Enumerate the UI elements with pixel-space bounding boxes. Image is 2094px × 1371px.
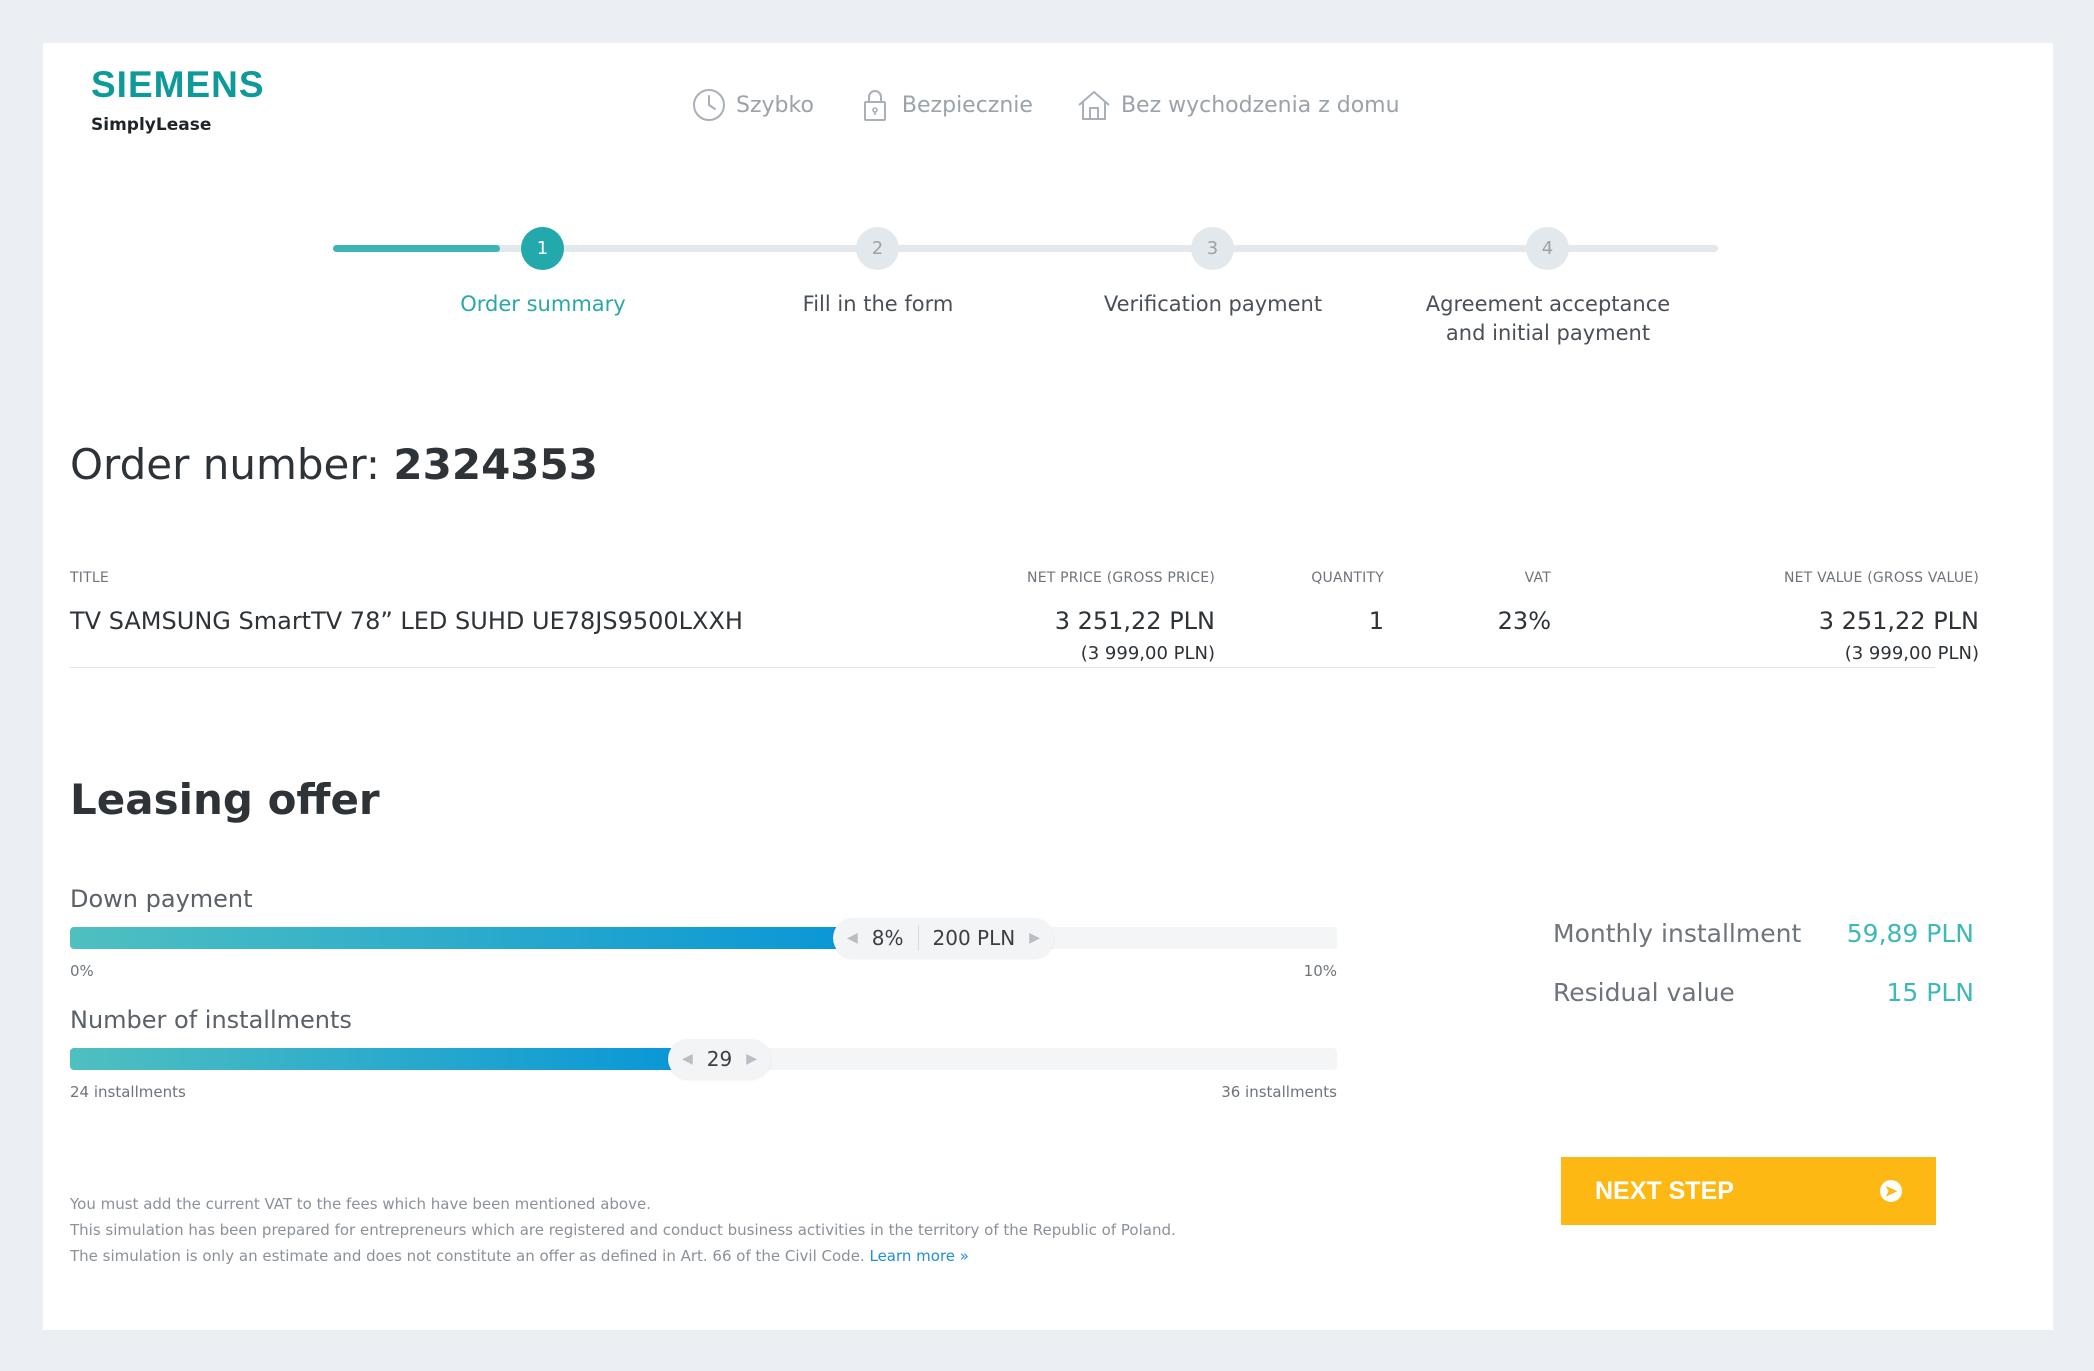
step-2-indicator[interactable]: 2 [856, 227, 899, 270]
item-quantity: 1 [1368, 607, 1384, 635]
feature-secure: Bezpiecznie [856, 86, 1033, 124]
disclaimer-line-1: You must add the current VAT to the fees… [70, 1195, 651, 1213]
monthly-installment-label: Monthly installment [1553, 919, 1802, 948]
installments-min: 24 installments [70, 1083, 186, 1101]
brand-name: SIEMENS [91, 64, 265, 105]
progress-stepper: 1 2 3 4 Order summary Fill in the form V… [333, 220, 1718, 380]
brand-logo[interactable]: SIEMENS SimplyLease [91, 64, 265, 136]
step-4-label-line1: Agreement acceptance [1425, 292, 1671, 316]
feature-secure-label: Bezpiecznie [901, 92, 1033, 118]
residual-value: 15 PLN [1886, 978, 1974, 1007]
lock-icon [863, 90, 886, 121]
disclaimer-line-3-text: The simulation is only an estimate and d… [70, 1247, 865, 1265]
down-payment-label: Down payment [70, 885, 253, 913]
column-title: TITLE [70, 570, 109, 586]
clock-icon [693, 89, 725, 121]
chevron-right-icon[interactable]: ▶ [1029, 930, 1040, 946]
step-4-indicator[interactable]: 4 [1526, 227, 1569, 270]
step-4-label: Agreement acceptance and initial payment [1408, 290, 1688, 348]
down-payment-fill [70, 927, 843, 949]
column-net-price: NET PRICE (GROSS PRICE) [1027, 570, 1215, 586]
brand-product: SimplyLease [91, 115, 212, 135]
order-number: 2324353 [393, 440, 598, 489]
step-2-label: Fill in the form [802, 292, 954, 316]
order-number-label: Order number: [70, 440, 381, 489]
installments-handle[interactable]: ◀ 29 ▶ [668, 1039, 772, 1079]
installments-value: 29 [706, 1047, 733, 1071]
next-step-button[interactable]: NEXT STEP ➤ [1561, 1157, 1936, 1225]
down-payment-amount: 200 PLN [932, 926, 1016, 950]
next-step-label: NEXT STEP [1595, 1176, 1734, 1205]
installments-max: 36 installments [1221, 1083, 1337, 1101]
feature-fast-label: Szybko [736, 92, 814, 118]
item-title: TV SAMSUNG SmartTV 78” LED SUHD UE78JS95… [70, 607, 743, 635]
step-3-indicator[interactable]: 3 [1191, 227, 1234, 270]
item-net-price: 3 251,22 PLN [1054, 607, 1215, 635]
feature-home: Bez wychodzenia z domu [1075, 86, 1400, 124]
down-payment-percent: 8% [871, 926, 904, 950]
item-vat: 23% [1497, 607, 1551, 635]
step-1-indicator[interactable]: 1 [521, 227, 564, 270]
step-3-label: Verification payment [1103, 292, 1323, 316]
disclaimer-line-3: The simulation is only an estimate and d… [70, 1243, 1176, 1269]
house-icon [1078, 91, 1110, 120]
feature-list: Szybko Bezpiecznie Bez wychodzenia z dom… [690, 86, 1400, 124]
section-divider [70, 667, 1935, 668]
chevron-left-icon[interactable]: ◀ [682, 1051, 693, 1067]
column-net-value: NET VALUE (GROSS VALUE) [1783, 570, 1979, 586]
learn-more-link[interactable]: Learn more » [869, 1247, 969, 1265]
arrow-right-circle-icon: ➤ [1880, 1180, 1902, 1202]
installments-fill [70, 1048, 678, 1070]
chevron-right-icon[interactable]: ▶ [746, 1051, 757, 1067]
handle-separator [917, 925, 919, 951]
item-net-value: 3 251,22 PLN [1818, 607, 1979, 635]
leasing-heading: Leasing offer [70, 775, 380, 824]
item-gross-price: (3 999,00 PLN) [1080, 643, 1215, 664]
column-vat: VAT [1524, 570, 1551, 586]
step-4-label-line2: and initial payment [1445, 321, 1651, 345]
step-1-label: Order summary [460, 292, 626, 316]
down-payment-min: 0% [70, 962, 94, 980]
chevron-left-icon[interactable]: ◀ [847, 930, 858, 946]
residual-value-label: Residual value [1553, 978, 1735, 1007]
feature-fast: Szybko [690, 86, 814, 124]
installments-label: Number of installments [70, 1006, 352, 1034]
column-quantity: QUANTITY [1311, 570, 1384, 586]
down-payment-max: 10% [1303, 962, 1337, 980]
stepper-progress [333, 245, 500, 252]
monthly-installment-value: 59,89 PLN [1846, 919, 1974, 948]
feature-home-label: Bez wychodzenia z domu [1120, 92, 1400, 118]
item-gross-value: (3 999,00 PLN) [1844, 643, 1979, 664]
disclaimer: You must add the current VAT to the fees… [70, 1191, 1176, 1269]
disclaimer-line-2: This simulation has been prepared for en… [70, 1221, 1176, 1239]
order-heading: Order number: 2324353 [70, 440, 598, 489]
down-payment-handle[interactable]: ◀ 8% 200 PLN ▶ [833, 918, 1054, 958]
